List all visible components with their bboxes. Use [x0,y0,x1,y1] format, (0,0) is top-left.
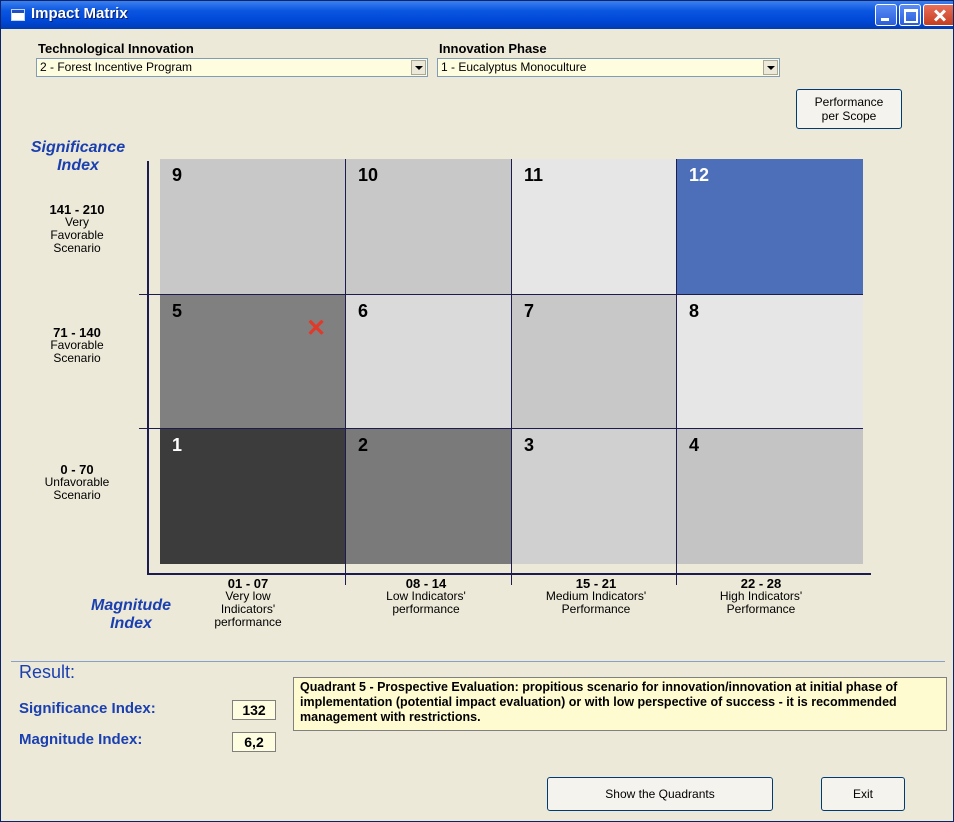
y-range-low-line2: Scenario [53,488,101,502]
quadrant-7[interactable]: 7 [512,295,677,429]
innovation-phase-value: 1 - Eucalyptus Monoculture [441,60,587,74]
quadrant-4[interactable]: 4 [677,429,863,564]
minimize-button[interactable] [875,4,897,26]
quadrant-10-label: 10 [358,165,379,185]
quadrant-7-label: 7 [524,301,535,321]
grid-hline-2 [139,428,863,429]
quadrant-3[interactable]: 3 [512,429,677,564]
chevron-down-icon[interactable] [763,60,778,75]
performance-per-scope-button[interactable]: Performance per Scope [796,89,902,129]
window-title: Impact Matrix [31,5,128,22]
quadrant-6-label: 6 [358,301,369,321]
x-range-4-line2: Performance [726,602,796,616]
quadrant-5-label: 5 [172,301,183,321]
x-range-1-line3: performance [214,615,282,629]
tech-innovation-value: 2 - Forest Incentive Program [40,60,193,74]
grid-vline-2 [511,159,512,585]
quadrant-3-label: 3 [524,435,535,455]
quadrant-2[interactable]: 2 [346,429,512,564]
significance-title-line2: Index [57,157,99,174]
significance-title-line1: Significance [30,139,126,156]
scope-button-line1: Performance [814,95,884,109]
show-quadrants-button[interactable]: Show the Quadrants [547,777,773,811]
innovation-phase-label: Innovation Phase [439,41,547,56]
quadrant-description: Quadrant 5 - Prospective Evaluation: pro… [293,677,947,731]
quadrant-10[interactable]: 10 [346,159,512,295]
quadrant-6[interactable]: 6 [346,295,512,429]
magnitude-index-label: Magnitude Index: [19,731,143,748]
quadrant-12[interactable]: 12 [677,159,863,295]
scope-button-line2: per Scope [821,109,877,123]
x-range-4: 22 - 28 High Indicators' Performance [691,577,831,616]
quadrant-1[interactable]: 1 [160,429,346,564]
magnitude-index-value: 6,2 [232,732,276,752]
tech-innovation-select[interactable]: 2 - Forest Incentive Program [36,58,428,77]
title-bar[interactable]: Impact Matrix [1,1,953,29]
magnitude-axis-title: Magnitude Index [67,597,195,633]
y-range-mid: 71 - 140 Favorable Scenario [41,326,113,365]
x-axis-line [147,573,871,575]
y-range-high: 141 - 210 Very Favorable Scenario [41,203,113,255]
y-range-low: 0 - 70 Unfavorable Scenario [41,463,113,502]
chevron-down-icon[interactable] [411,60,426,75]
grid-hline-1 [139,294,863,295]
quadrant-11[interactable]: 11 [512,159,677,295]
x-range-1: 01 - 07 Very low Indicators' performance [195,577,301,629]
x-range-2-line2: performance [392,602,460,616]
quadrant-8[interactable]: 8 [677,295,863,429]
x-range-3: 15 - 21 Medium Indicators' Performance [526,577,666,616]
magnitude-title-line2: Index [110,615,152,632]
tech-innovation-label: Technological Innovation [38,41,194,56]
result-separator [11,661,945,662]
significance-index-label: Significance Index: [19,700,156,717]
result-title: Result: [19,662,76,682]
quadrant-5[interactable]: 5 ✕ [160,295,346,429]
grid-vline-1 [345,159,346,585]
y-axis-line [147,161,149,575]
quadrant-8-label: 8 [689,301,700,321]
y-range-high-line3: Scenario [53,241,101,255]
innovation-phase-select[interactable]: 1 - Eucalyptus Monoculture [437,58,780,77]
quadrant-4-label: 4 [689,435,700,455]
impact-matrix-window: Impact Matrix Technological Innovation 2… [0,0,954,822]
y-range-mid-line2: Scenario [53,351,101,365]
x-range-2: 08 - 14 Low Indicators' performance [356,577,496,616]
magnitude-title-line1: Magnitude [91,597,171,614]
quadrant-2-label: 2 [358,435,369,455]
close-button[interactable] [923,4,953,26]
significance-index-value: 132 [232,700,276,720]
maximize-button[interactable] [899,4,921,26]
quadrant-12-label: 12 [689,165,710,185]
quadrant-9-label: 9 [172,165,183,185]
quadrant-11-label: 11 [524,165,544,185]
exit-button[interactable]: Exit [821,777,905,811]
selected-marker-icon: ✕ [306,315,327,342]
grid-vline-3 [676,159,677,585]
quadrant-9[interactable]: 9 [160,159,346,295]
significance-axis-title: Significance Index [19,139,137,175]
x-range-3-line2: Performance [561,602,631,616]
quadrant-1-label: 1 [172,435,183,455]
app-icon [11,9,25,21]
